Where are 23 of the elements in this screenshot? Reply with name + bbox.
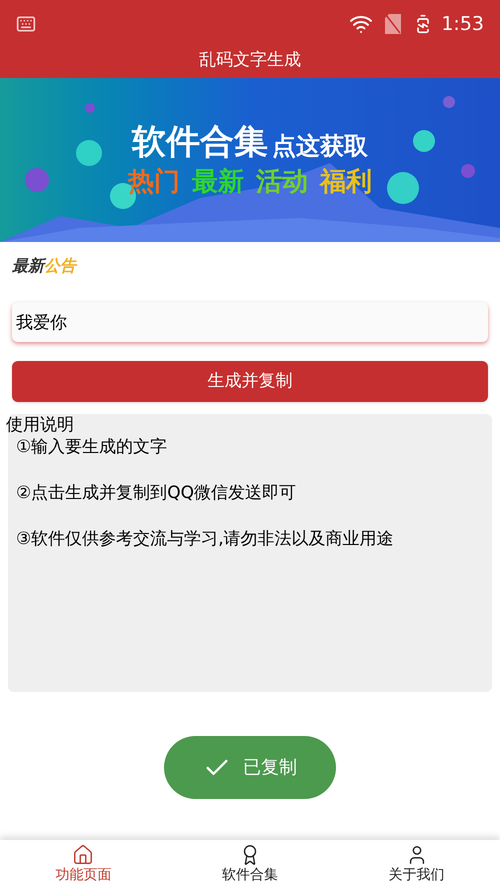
app-title: 乱码文字生成 (199, 49, 301, 72)
toast-text: 已复制 (243, 756, 297, 780)
generate-button[interactable]: 生成并复制 (12, 361, 488, 402)
instruction-line: ②点击生成并复制到QQ微信发送即可 (16, 482, 298, 504)
banner-tag: 热门 (128, 166, 180, 198)
banner-tag: 活动 (256, 166, 308, 198)
instructions-title: 使用说明 (6, 414, 75, 436)
home-icon (72, 844, 94, 866)
nav-tab[interactable]: 关于我们 (333, 840, 500, 888)
banner-tag: 福利 (320, 166, 372, 198)
banner[interactable]: 软件合集 点这获取 热门 最新 活动 福利 (0, 78, 500, 242)
status-time: 1:53 (441, 12, 484, 37)
nav-tab[interactable]: 功能页面 (0, 840, 167, 888)
instruction-line: ①输入要生成的文字 (16, 436, 168, 458)
instruction-line: ③软件仅供参考交流与学习,请勿非法以及商业用途 (16, 528, 395, 550)
notice-label: 最新公告 (12, 256, 76, 275)
keyboard-icon (16, 14, 36, 34)
nav-tab[interactable]: 软件合集 (166, 840, 334, 888)
banner-subtitle: 点这获取 (272, 131, 368, 162)
banner-title: 软件合集 (132, 122, 268, 162)
banner-tag: 最新 (192, 166, 244, 198)
no-sim-icon (385, 14, 402, 34)
text-input[interactable]: 我爱你 (12, 302, 488, 342)
